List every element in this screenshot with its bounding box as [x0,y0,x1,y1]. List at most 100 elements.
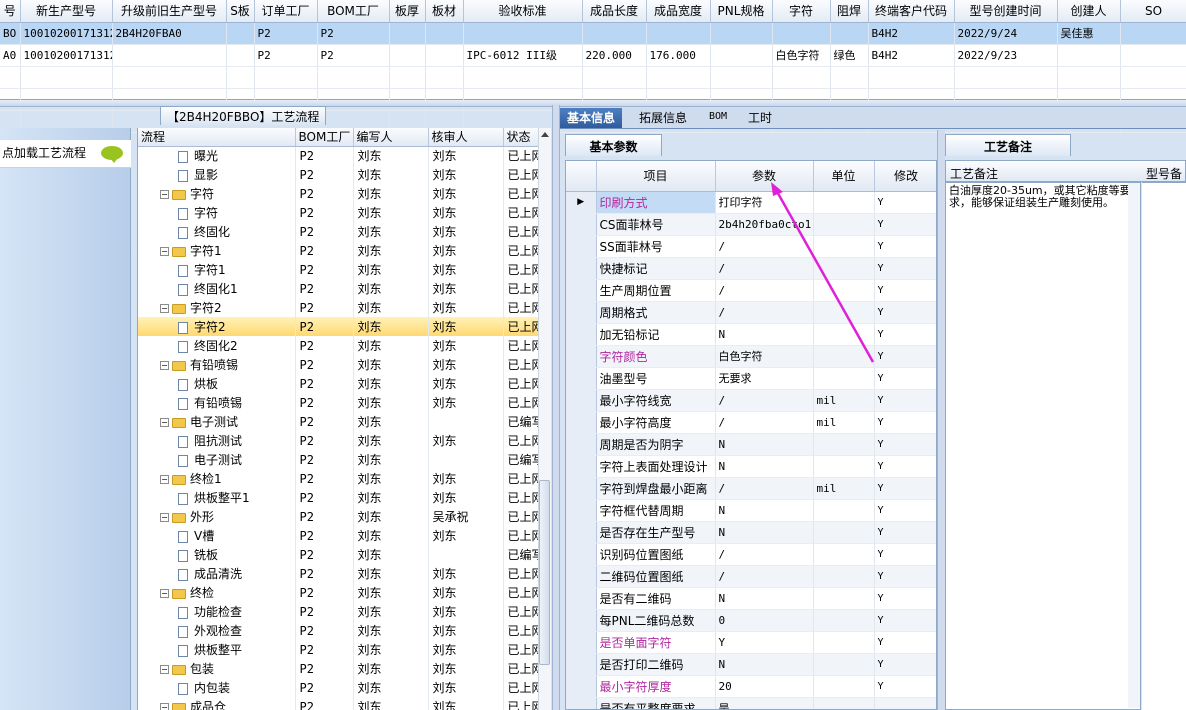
param-value[interactable]: / [715,411,814,434]
tree-node[interactable]: 功能检查 [138,602,296,621]
current-row-indicator-icon[interactable]: ▶ [566,191,597,214]
table-row[interactable]: A0 10010200171312 P2 P2 IPC-6012 III级 220.000… [0,44,1186,67]
row-header[interactable] [566,565,597,588]
param-row[interactable]: 字符到焊盘最小距离 / mil Y [566,477,936,500]
tree-row[interactable]: 终固化1P2刘东刘东已上网 [138,279,538,298]
param-row[interactable]: 字符框代替周期 N Y [566,499,936,522]
param-value[interactable]: / [715,389,814,412]
row-header[interactable] [566,697,597,709]
tree-node[interactable]: 成品清洗 [138,564,296,583]
tree-node[interactable]: 终固化 [138,222,296,241]
tree-row[interactable]: 烘板整平1P2刘东刘东已上网 [138,488,538,507]
column-header[interactable]: 编写人 [353,128,429,147]
collapse-icon[interactable]: − [160,190,169,199]
column-header[interactable]: 型号创建时间 [954,0,1058,23]
tree-node[interactable]: 电子测试 [138,450,296,469]
tree-node[interactable]: − 电子测试 [138,412,296,431]
tree-row[interactable]: 曝光P2刘东刘东已上网 [138,146,538,165]
param-modify[interactable] [874,697,936,709]
tree-row[interactable]: − 外形 P2刘东吴承祝已上网 [138,507,538,526]
tree-row[interactable]: 有铅喷锡P2刘东刘东已上网 [138,393,538,412]
param-modify[interactable]: Y [874,609,936,632]
tree-node[interactable]: 外观检查 [138,621,296,640]
tree-node[interactable]: 终固化1 [138,279,296,298]
tree-row[interactable]: −成品仓P2刘东刘东已上网 [138,697,538,710]
param-modify[interactable]: Y [874,565,936,588]
tree-row[interactable]: 内包装P2刘东刘东已上网 [138,678,538,697]
tab-extended-info[interactable]: 拓展信息 [632,108,694,128]
tree-row[interactable]: 阻抗测试P2刘东刘东已上网 [138,431,538,450]
column-header[interactable]: 项目 [596,161,716,192]
param-modify[interactable]: Y [874,411,936,434]
tree-row[interactable]: 显影P2刘东刘东已上网 [138,165,538,184]
row-header[interactable] [566,499,597,522]
tree-row[interactable]: 字符P2刘东刘东已上网 [138,203,538,222]
row-header[interactable] [566,631,597,654]
vertical-splitter-2[interactable] [937,130,945,710]
row-header[interactable] [566,675,597,698]
collapse-icon[interactable]: − [160,665,169,674]
row-header[interactable] [566,411,597,434]
column-header[interactable]: 终端客户代码 [868,0,955,23]
column-header[interactable]: 板厚 [389,0,426,23]
tree-node[interactable]: V槽 [138,526,296,545]
row-header[interactable] [566,279,597,302]
flow-tab[interactable]: 【2B4H20FBBO】工艺流程 [160,106,327,125]
column-header[interactable]: 流程 [138,128,296,147]
row-header[interactable] [566,433,597,456]
tree-node[interactable]: − 字符1 [138,241,296,260]
tree-node[interactable]: 烘板整平1 [138,488,296,507]
column-header[interactable]: 核审人 [428,128,504,147]
column-header[interactable]: 创建人 [1057,0,1121,23]
tree-node[interactable]: 铣板 [138,545,296,564]
row-header[interactable] [566,521,597,544]
notes-scrollbar[interactable] [1128,183,1140,708]
tree-row[interactable]: 铣板 P2刘东 已编写 [138,545,538,564]
vertical-splitter[interactable] [552,105,560,710]
tree-node[interactable]: − 成品仓 [138,697,296,710]
param-row[interactable]: 是否有二维码 N Y [566,587,936,610]
tree-row[interactable]: 终固化P2刘东刘东已上网 [138,222,538,241]
param-row[interactable]: 最小字符厚度 20 Y [566,675,936,698]
row-header[interactable] [566,389,597,412]
tree-node[interactable]: − 字符2 [138,298,296,317]
collapse-icon[interactable]: − [160,361,169,370]
tree-row[interactable]: −包装P2刘东刘东已上网 [138,659,538,678]
tree-row[interactable]: 电子测试 P2刘东 已编写 [138,450,538,469]
column-header[interactable]: 成品长度 [582,0,647,23]
tree-row[interactable]: 外观检查P2刘东刘东已上网 [138,621,538,640]
column-header[interactable]: 订单工厂 [254,0,318,23]
tree-row[interactable]: −终检P2刘东刘东已上网 [138,583,538,602]
collapse-icon[interactable]: − [160,513,169,522]
tree-node[interactable]: 终固化2 [138,336,296,355]
row-header[interactable] [566,213,597,236]
param-row[interactable]: 字符上表面处理设计 N Y [566,455,936,478]
table-row[interactable]: BO 10010200171312 2B4H20FBA0 P2 P2 B4H2 2022/9… [0,22,1186,45]
param-modify[interactable]: Y [874,653,936,676]
param-row[interactable]: 是否有平整度要求是 [566,697,936,709]
tree-row[interactable]: −字符1P2刘东刘东已上网 [138,241,538,260]
param-value[interactable]: 是 [715,697,814,709]
param-value[interactable]: N [715,455,814,478]
row-header[interactable] [566,609,597,632]
param-value[interactable]: N [715,499,814,522]
tree-node[interactable]: 烘板 [138,374,296,393]
process-notes-text[interactable]: 白油厚度20-35um，或其它粘度等要求，能够保证组装生产雕刻使用。 [945,182,1141,710]
collapse-icon[interactable]: − [160,475,169,484]
param-modify[interactable]: Y [874,587,936,610]
column-header[interactable]: BOM工厂 [295,128,354,147]
param-value[interactable]: / [715,565,814,588]
param-value[interactable]: 20 [715,675,814,698]
tree-row[interactable]: − 电子测试 P2刘东 已编写 [138,412,538,431]
tree-node[interactable]: − 外形 [138,507,296,526]
tree-row[interactable]: V槽P2刘东刘东已上网 [138,526,538,545]
param-value[interactable]: / [715,477,814,500]
row-header[interactable] [566,455,597,478]
row-header[interactable] [566,543,597,566]
tree-node[interactable]: 有铅喷锡 [138,393,296,412]
column-header[interactable]: 状态 [503,128,538,147]
param-value[interactable]: 无要求 [715,367,814,390]
tree-row[interactable]: 字符1P2刘东刘东已上网 [138,260,538,279]
tree-row[interactable]: 字符2P2刘东刘东已上网 [138,317,538,336]
load-flow-button[interactable]: 点加载工艺流程 [0,140,131,168]
